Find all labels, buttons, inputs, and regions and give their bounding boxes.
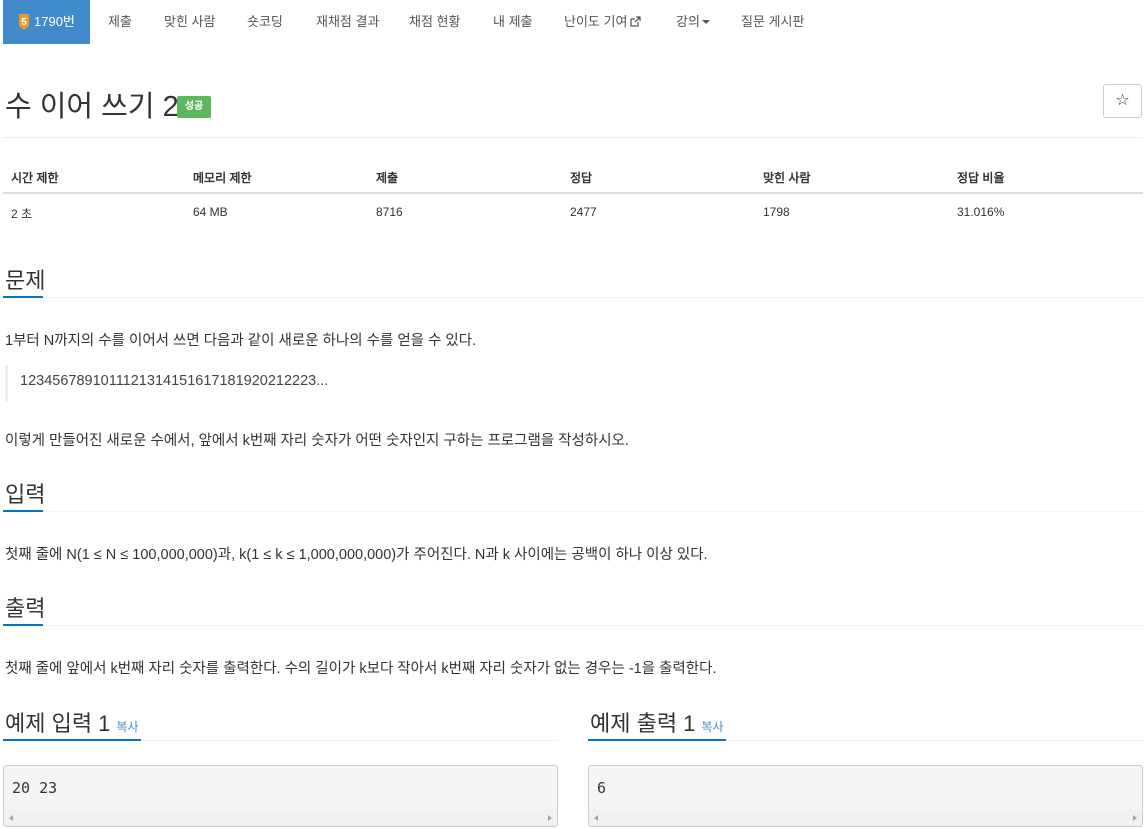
output-description-text: 첫째 줄에 앞에서 k번째 자리 숫자를 출력한다. 수의 길이가 k보다 작아… <box>5 661 717 677</box>
blockquote-text: 1234567891011121314151617181920212223... <box>20 373 329 389</box>
description-heading-underline <box>3 296 43 298</box>
description-heading-rule <box>43 297 1143 298</box>
description-text-1: 1부터 N까지의 수를 이어서 쓰면 다음과 같이 새로운 하나의 수를 얻을 … <box>5 333 477 349</box>
info-value-time-limit: 2 초 <box>11 207 33 221</box>
blockquote-bar <box>5 365 8 402</box>
nav-problem-tab[interactable]: 5 1790번 <box>3 0 90 44</box>
sample-input-heading-underline <box>3 739 141 741</box>
sample-input-box[interactable]: 20 23 <box>3 765 558 827</box>
nav-status[interactable]: 채점 현황 <box>409 0 460 44</box>
info-header-time-limit: 시간 제한 <box>11 171 59 185</box>
scroll-right-arrow-icon[interactable] <box>548 815 552 821</box>
nav-my-submissions[interactable]: 내 제출 <box>493 0 533 44</box>
external-link-icon <box>630 16 642 27</box>
problem-number-label: 1790번 <box>34 14 75 29</box>
sample-output-text: 6 <box>597 779 607 797</box>
nav-short-coding[interactable]: 숏코딩 <box>247 0 283 44</box>
sample-input-text: 20 23 <box>12 779 58 797</box>
star-icon: ☆ <box>1115 92 1130 109</box>
nav-solved-users[interactable]: 맞힌 사람 <box>164 0 215 44</box>
sample-output-heading: 예제 출력 1 복사 <box>590 706 724 738</box>
info-header-accepted: 정답 <box>570 171 593 185</box>
sample-output-heading-rule <box>726 740 1143 741</box>
output-heading: 출력 <box>5 596 46 621</box>
sample-output-heading-underline <box>588 739 726 741</box>
svg-text:5: 5 <box>21 17 27 28</box>
level-badge-icon: 5 <box>19 14 29 30</box>
nav-difficulty-label: 난이도 기여 <box>564 14 628 29</box>
scroll-left-arrow-icon[interactable] <box>9 815 13 821</box>
title-divider <box>3 137 1143 138</box>
sample-input-title: 예제 입력 1 <box>5 711 111 736</box>
sample-input-heading: 예제 입력 1 복사 <box>5 706 139 738</box>
output-heading-underline <box>3 624 43 626</box>
nav-lectures-label: 강의 <box>676 14 700 29</box>
info-value-solved-users: 1798 <box>763 205 790 219</box>
info-header-solved-users: 맞힌 사람 <box>763 171 811 185</box>
info-value-submissions: 8716 <box>376 205 403 219</box>
sample-output-scrollbar[interactable] <box>589 810 1142 826</box>
caret-down-icon <box>701 20 710 24</box>
sample-output-box[interactable]: 6 <box>588 765 1143 827</box>
favorite-star-button[interactable]: ☆ <box>1103 84 1142 118</box>
info-header-submissions: 제출 <box>376 171 399 185</box>
input-heading: 입력 <box>5 482 46 507</box>
sample-input-heading-rule <box>141 740 558 741</box>
info-value-accept-ratio: 31.016% <box>957 205 1005 219</box>
info-value-accepted: 2477 <box>570 205 597 219</box>
nav-difficulty-contribution[interactable]: 난이도 기여 <box>564 0 642 44</box>
problem-nav-bar: 5 1790번 제출 맞힌 사람 숏코딩 재채점 결과 채점 현황 내 제출 난… <box>0 0 1145 44</box>
sample-output-title: 예제 출력 1 <box>590 711 696 736</box>
nav-question-board[interactable]: 질문 게시판 <box>741 0 804 44</box>
sample-input-scrollbar[interactable] <box>4 810 557 826</box>
info-value-memory-limit: 64 MB <box>193 205 228 219</box>
info-table-divider <box>3 192 1143 194</box>
nav-rejudge-results[interactable]: 재채점 결과 <box>316 0 379 44</box>
description-text-2: 이렇게 만들어진 새로운 수에서, 앞에서 k번째 자리 숫자가 어떤 숫자인지… <box>5 433 629 449</box>
scroll-left-arrow-icon[interactable] <box>594 815 598 821</box>
copy-sample-input-link[interactable]: 복사 <box>116 720 138 734</box>
input-heading-underline <box>3 510 43 512</box>
input-description-text: 첫째 줄에 N(1 ≤ N ≤ 100,000,000)과, k(1 ≤ k ≤… <box>5 547 708 563</box>
info-header-memory-limit: 메모리 제한 <box>193 171 252 185</box>
scroll-right-arrow-icon[interactable] <box>1133 815 1137 821</box>
copy-sample-output-link[interactable]: 복사 <box>701 720 723 734</box>
description-heading: 문제 <box>5 268 46 293</box>
input-heading-rule <box>43 511 1143 512</box>
nav-lectures-dropdown[interactable]: 강의 <box>676 0 710 44</box>
status-badge: 성공 <box>177 96 211 118</box>
nav-submit[interactable]: 제출 <box>108 0 132 44</box>
output-heading-rule <box>43 625 1143 626</box>
page-title: 수 이어 쓰기 2 <box>5 91 179 123</box>
info-header-accept-ratio: 정답 비율 <box>957 171 1005 185</box>
